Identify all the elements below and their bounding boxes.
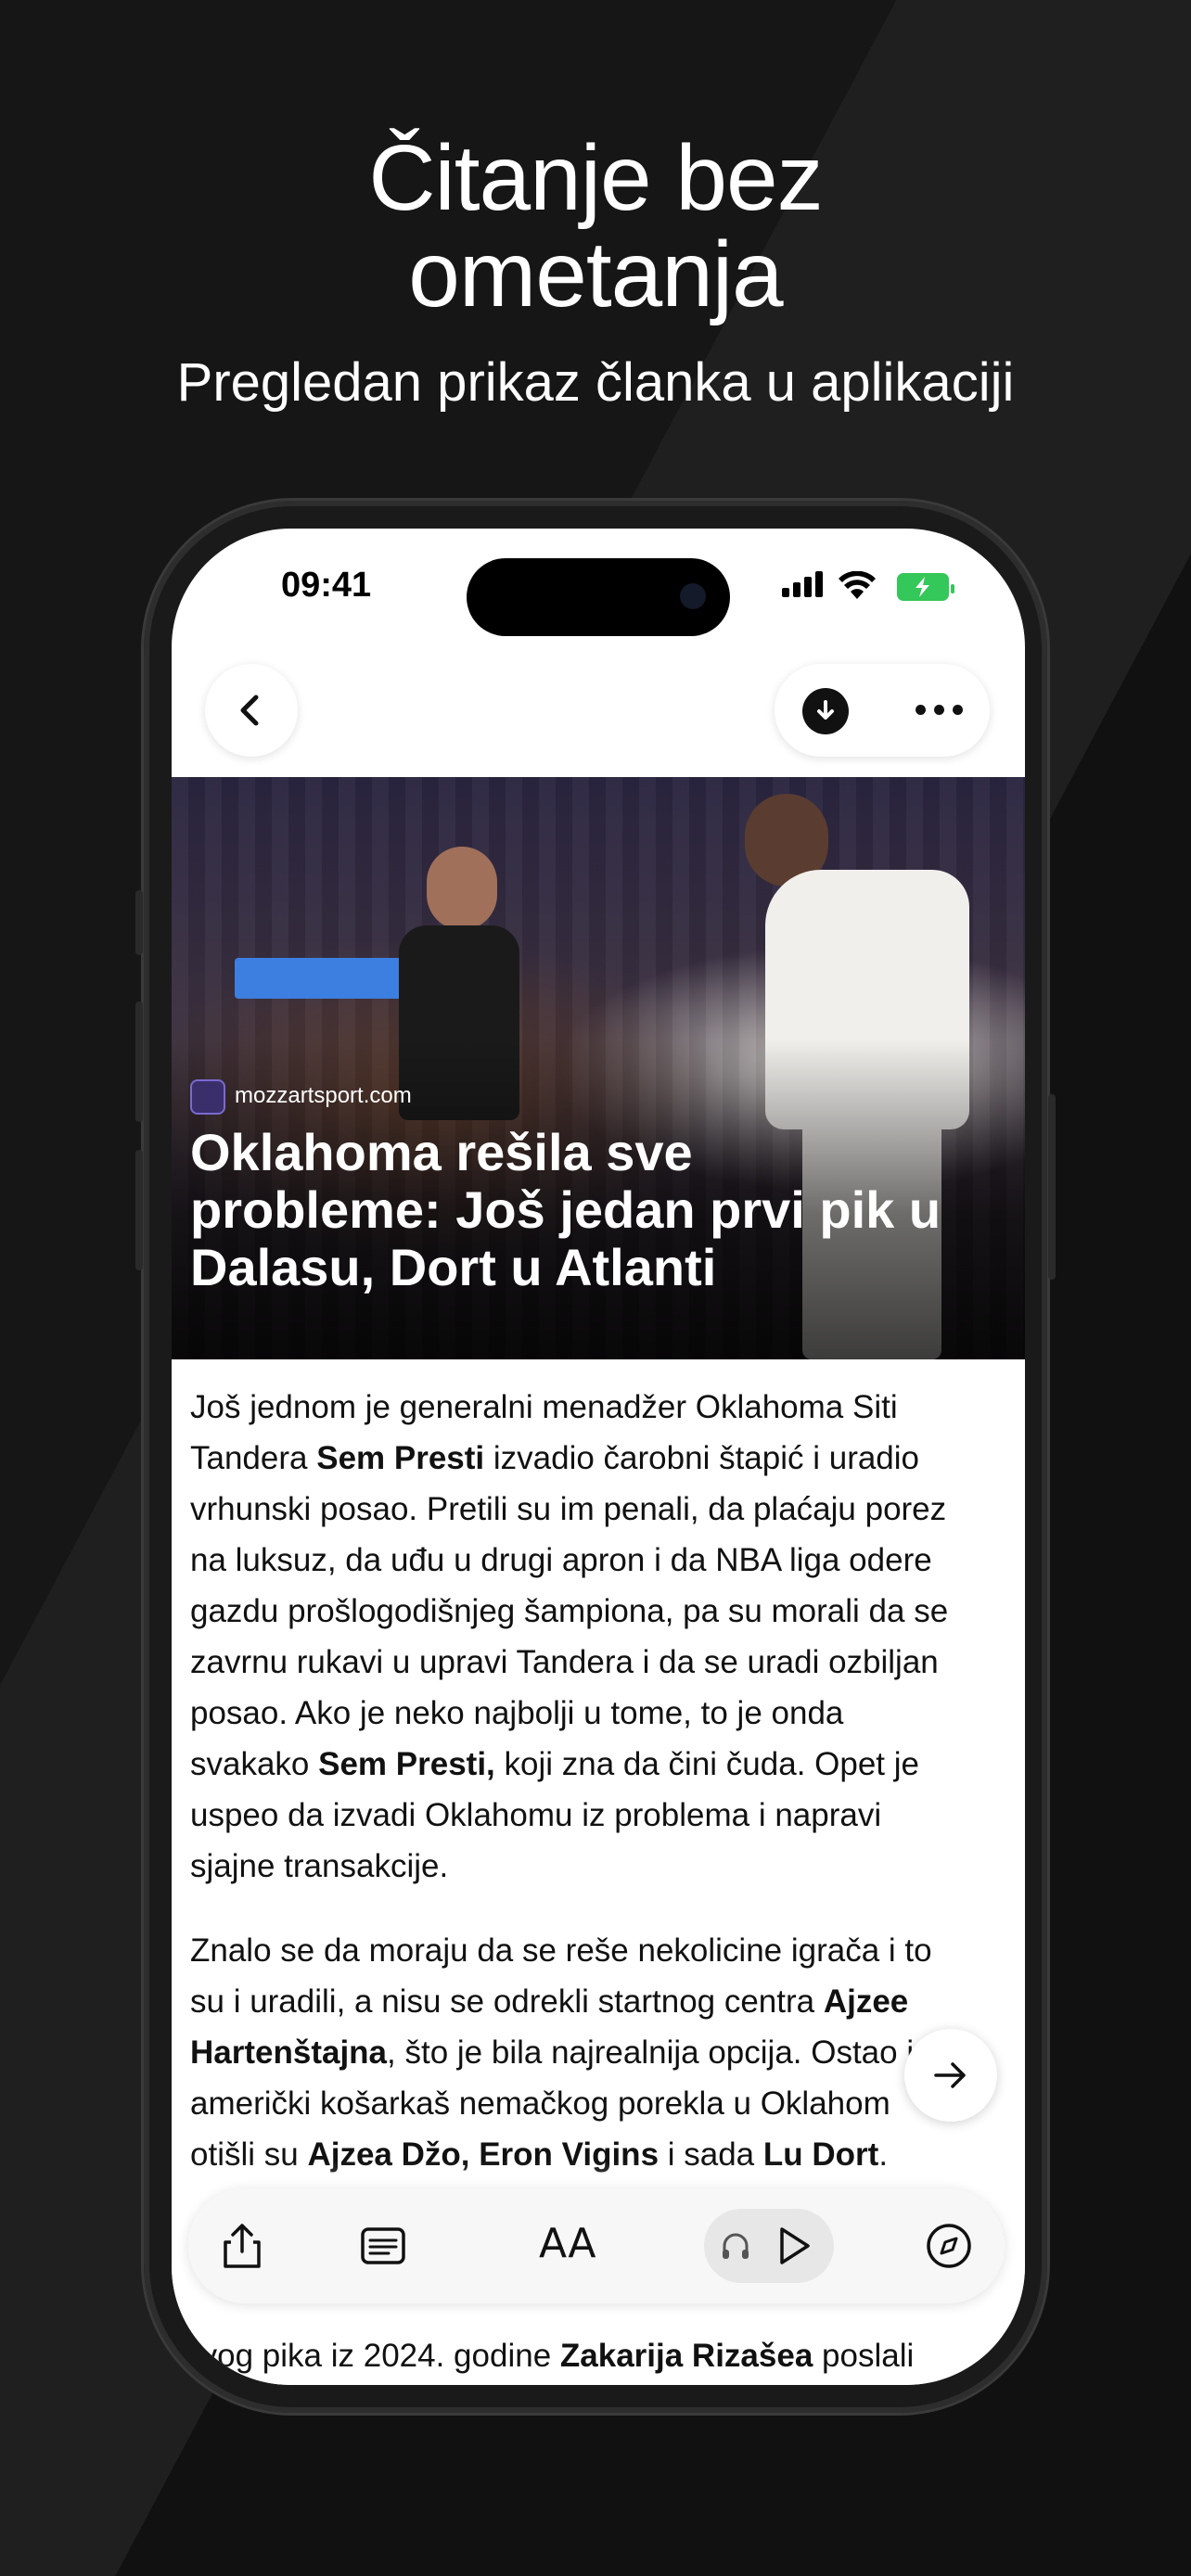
volume-up-button [135, 1001, 143, 1122]
source-domain: mozzartsport.com [235, 1083, 412, 1108]
reader-toolbar: AA [188, 2188, 1005, 2303]
article-title-line: Oklahoma rešila sve [190, 1123, 693, 1181]
article-title-line: probleme: Još jedan prvi pik u [190, 1180, 941, 1239]
download-icon [817, 700, 834, 720]
promo-title-line-1: Čitanje bez [368, 126, 823, 230]
article-paragraph: Još jednom je generalni menadžer Oklahom… [190, 1389, 949, 1884]
more-button[interactable] [916, 705, 964, 716]
play-icon[interactable] [771, 2224, 815, 2268]
article-title-line: Dalasu, Dort u Atlanti [190, 1238, 717, 1296]
article-body: Još jednom je generalni menadžer Oklahom… [190, 1382, 1008, 2213]
compass-icon [927, 2224, 971, 2268]
cellular-signal-icon [782, 571, 826, 601]
article-hero-image: mozzartsport.com Oklahoma rešila sve pro… [172, 777, 1025, 1359]
share-icon [224, 2224, 261, 2268]
battery-charging-icon [897, 573, 954, 601]
arrow-right-icon [934, 2062, 966, 2088]
action-button [135, 890, 143, 955]
text-size-button[interactable]: AA [539, 2220, 596, 2267]
article-title: Oklahoma rešila sve probleme: Još jedan … [190, 1124, 1006, 1296]
phone-screen: 09:41 mozzartsport.com Oklahoma rešila s… [172, 529, 1025, 2385]
promo-title: Čitanje bez ometanja [0, 130, 1191, 323]
audio-controls [704, 2209, 834, 2283]
promo-title-line-2: ometanja [408, 223, 783, 326]
back-button[interactable] [205, 664, 298, 757]
chevron-left-icon [240, 695, 259, 726]
open-in-browser-button[interactable] [921, 2218, 977, 2274]
front-camera [680, 583, 706, 609]
reader-view-icon [361, 2227, 405, 2264]
source-logo-icon [190, 1079, 225, 1115]
article-paragraph: Znalo se da moraju da se reše nekolicine… [190, 1932, 932, 2173]
wifi-icon [839, 571, 876, 599]
next-article-button[interactable] [904, 2029, 997, 2122]
article-text-behind-toolbar: rvog pika iz 2024. godine Zakarija Rizaš… [190, 2338, 915, 2374]
power-button [1048, 1094, 1056, 1280]
download-button[interactable] [802, 688, 849, 734]
headphones-icon[interactable] [719, 2229, 752, 2263]
reader-view-button[interactable] [355, 2218, 411, 2274]
status-time: 09:41 [281, 566, 372, 605]
volume-down-button [135, 1150, 143, 1270]
share-button[interactable] [214, 2218, 270, 2274]
promo-subtitle: Pregledan prikaz članka u aplikaciji [176, 352, 1015, 413]
dynamic-island [467, 558, 730, 636]
status-bar: 09:41 [172, 558, 1025, 636]
actions-pill [775, 664, 990, 757]
status-icons [782, 571, 954, 605]
